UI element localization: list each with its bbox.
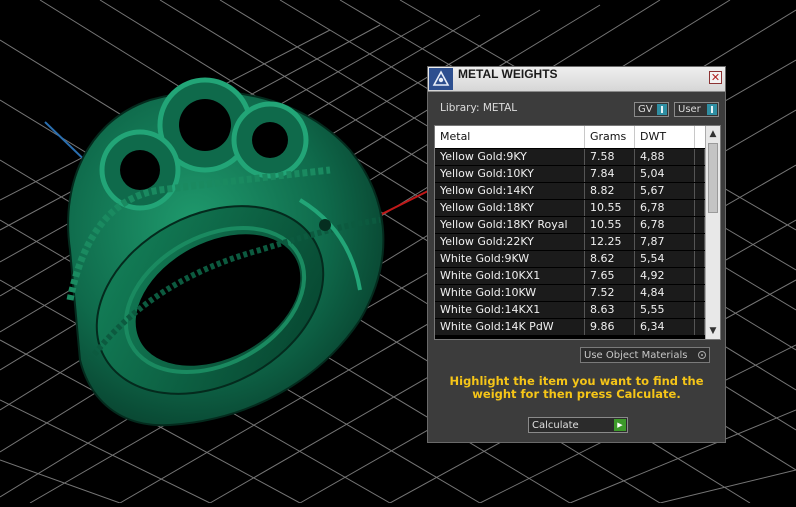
cell-grams: 8.62 (585, 251, 635, 267)
cell-dwt: 4,92 (635, 268, 695, 284)
cell-dwt: 5,67 (635, 183, 695, 199)
gv-toggle-label: GV (638, 104, 653, 115)
instruction-text: Highlight the item you want to find the … (449, 374, 704, 401)
close-button[interactable]: ✕ (709, 71, 722, 84)
cell-grams: 7.52 (585, 285, 635, 301)
cell-spacer (695, 285, 705, 301)
scroll-down-arrow-icon[interactable]: ▼ (706, 324, 720, 338)
cell-spacer (695, 319, 705, 335)
cell-spacer (695, 234, 705, 250)
cell-grams: 8.63 (585, 302, 635, 318)
cell-dwt: 4,84 (635, 285, 695, 301)
table-row[interactable]: Yellow Gold:18KY 10.55 6,78 (435, 200, 705, 216)
cell-grams: 8.82 (585, 183, 635, 199)
metal-table[interactable]: Metal Grams DWT Yellow Gold:9KY 7.58 4,88 Y… (434, 125, 721, 340)
cell-grams: 10.55 (585, 217, 635, 233)
cell-spacer (695, 166, 705, 182)
cell-metal: Yellow Gold:22KY (435, 234, 585, 250)
user-toggle[interactable]: User (674, 102, 719, 117)
table-row[interactable]: White Gold:10KW 7.52 4,84 (435, 285, 705, 301)
cell-dwt: 5,55 (635, 302, 695, 318)
app-logo-icon (429, 68, 453, 90)
calculate-button[interactable]: Calculate ▶ (528, 417, 628, 433)
table-row[interactable]: White Gold:14K PdW 9.86 6,34 (435, 319, 705, 335)
cell-metal: Yellow Gold:9KY (435, 149, 585, 165)
cell-metal: White Gold:10KW (435, 285, 585, 301)
table-row[interactable]: White Gold:10KX1 7.65 4,92 (435, 268, 705, 284)
table-row[interactable]: Yellow Gold:22KY 12.25 7,87 (435, 234, 705, 250)
panel-titlebar[interactable]: METAL WEIGHTS ✕ (428, 67, 725, 92)
cell-grams: 12.25 (585, 234, 635, 250)
gv-toggle[interactable]: GV (634, 102, 669, 117)
table-body: Yellow Gold:9KY 7.58 4,88 Yellow Gold:10KY 7… (435, 149, 705, 336)
cell-metal: Yellow Gold:14KY (435, 183, 585, 199)
cell-metal: White Gold:10KX1 (435, 268, 585, 284)
panel-title: METAL WEIGHTS (458, 67, 558, 81)
cell-spacer (695, 302, 705, 318)
table-row[interactable]: White Gold:9KW 8.62 5,54 (435, 251, 705, 267)
cell-dwt: 5,04 (635, 166, 695, 182)
cell-grams: 7.84 (585, 166, 635, 182)
cell-metal: Yellow Gold:18KY (435, 200, 585, 216)
library-label: Library: METAL (440, 102, 518, 114)
cell-spacer (695, 183, 705, 199)
cell-grams: 7.65 (585, 268, 635, 284)
cell-metal: Yellow Gold:18KY Royal (435, 217, 585, 233)
column-header-metal[interactable]: Metal (435, 126, 585, 148)
table-row[interactable]: White Gold:14KX1 8.63 5,55 (435, 302, 705, 318)
metal-weights-panel: METAL WEIGHTS ✕ Library: METAL GV User M… (427, 66, 726, 443)
radio-icon[interactable] (698, 351, 706, 359)
calculate-label: Calculate (532, 419, 579, 431)
cell-grams: 9.86 (585, 319, 635, 335)
close-icon: ✕ (710, 71, 721, 84)
cell-metal: White Gold:9KW (435, 251, 585, 267)
cell-grams: 10.55 (585, 200, 635, 216)
cell-dwt: 6,34 (635, 319, 695, 335)
table-row[interactable]: Yellow Gold:14KY 8.82 5,67 (435, 183, 705, 199)
cell-grams: 7.58 (585, 149, 635, 165)
table-scrollbar[interactable]: ▲ ▼ (705, 126, 720, 339)
toggle-indicator-icon (707, 104, 717, 115)
cell-metal: White Gold:14KX1 (435, 302, 585, 318)
use-object-materials-label: Use Object Materials (584, 349, 688, 361)
ring-model (66, 77, 385, 427)
table-row[interactable]: Yellow Gold:18KY Royal 10.55 6,78 (435, 217, 705, 233)
scroll-up-arrow-icon[interactable]: ▲ (706, 127, 720, 141)
column-header-grams[interactable]: Grams (585, 126, 635, 148)
cell-dwt: 5,54 (635, 251, 695, 267)
cell-metal: White Gold:14K PdW (435, 319, 585, 335)
cell-spacer (695, 200, 705, 216)
cell-dwt: 4,88 (635, 149, 695, 165)
column-header-dwt[interactable]: DWT (635, 126, 695, 148)
use-object-materials-option[interactable]: Use Object Materials (580, 347, 710, 363)
cell-spacer (695, 268, 705, 284)
cell-dwt: 7,87 (635, 234, 695, 250)
cell-dwt: 6,78 (635, 217, 695, 233)
cell-spacer (695, 217, 705, 233)
toggle-indicator-icon (657, 104, 667, 115)
cell-spacer (695, 251, 705, 267)
table-row[interactable]: Yellow Gold:9KY 7.58 4,88 (435, 149, 705, 165)
table-header: Metal Grams DWT (435, 126, 705, 148)
cell-spacer (695, 149, 705, 165)
play-arrow-icon: ▶ (614, 419, 626, 431)
scroll-thumb[interactable] (708, 143, 718, 213)
cell-dwt: 6,78 (635, 200, 695, 216)
cell-metal: Yellow Gold:10KY (435, 166, 585, 182)
table-row[interactable]: Yellow Gold:10KY 7.84 5,04 (435, 166, 705, 182)
user-toggle-label: User (678, 104, 701, 115)
